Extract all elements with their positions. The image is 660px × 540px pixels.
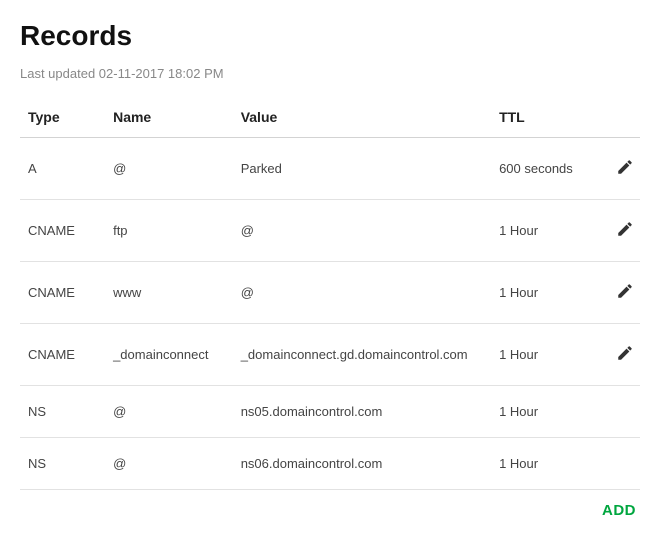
table-row: CNAMEwww@1 Hour bbox=[20, 262, 640, 324]
pencil-icon bbox=[616, 282, 634, 303]
cell-name: @ bbox=[105, 438, 233, 490]
table-row: CNAME_domainconnect_domainconnect.gd.dom… bbox=[20, 324, 640, 386]
cell-name: @ bbox=[105, 386, 233, 438]
header-ttl: TTL bbox=[491, 99, 597, 138]
cell-value: Parked bbox=[233, 138, 491, 200]
pencil-icon bbox=[616, 220, 634, 241]
cell-ttl: 1 Hour bbox=[491, 200, 597, 262]
edit-button[interactable] bbox=[614, 156, 636, 181]
table-row: CNAMEftp@1 Hour bbox=[20, 200, 640, 262]
header-value: Value bbox=[233, 99, 491, 138]
table-row: NS@ns05.domaincontrol.com1 Hour bbox=[20, 386, 640, 438]
cell-name: ftp bbox=[105, 200, 233, 262]
cell-ttl: 1 Hour bbox=[491, 438, 597, 490]
table-row: NS@ns06.domaincontrol.com1 Hour bbox=[20, 438, 640, 490]
cell-value: @ bbox=[233, 262, 491, 324]
header-edit bbox=[597, 99, 640, 138]
cell-value: @ bbox=[233, 200, 491, 262]
cell-type: NS bbox=[20, 386, 105, 438]
cell-name: @ bbox=[105, 138, 233, 200]
cell-ttl: 600 seconds bbox=[491, 138, 597, 200]
cell-edit bbox=[597, 200, 640, 262]
cell-name: www bbox=[105, 262, 233, 324]
cell-edit bbox=[597, 262, 640, 324]
cell-edit bbox=[597, 438, 640, 490]
records-table: Type Name Value TTL A@Parked600 secondsC… bbox=[20, 99, 640, 490]
cell-edit bbox=[597, 324, 640, 386]
header-type: Type bbox=[20, 99, 105, 138]
cell-ttl: 1 Hour bbox=[491, 262, 597, 324]
add-button[interactable]: ADD bbox=[602, 502, 636, 519]
cell-value: _domainconnect.gd.domaincontrol.com bbox=[233, 324, 491, 386]
cell-type: CNAME bbox=[20, 262, 105, 324]
last-updated-label: Last updated 02-11-2017 18:02 PM bbox=[20, 66, 640, 81]
edit-button[interactable] bbox=[614, 342, 636, 367]
cell-edit bbox=[597, 386, 640, 438]
cell-value: ns05.domaincontrol.com bbox=[233, 386, 491, 438]
cell-type: NS bbox=[20, 438, 105, 490]
pencil-icon bbox=[616, 158, 634, 179]
cell-ttl: 1 Hour bbox=[491, 386, 597, 438]
cell-edit bbox=[597, 138, 640, 200]
cell-ttl: 1 Hour bbox=[491, 324, 597, 386]
table-row: A@Parked600 seconds bbox=[20, 138, 640, 200]
cell-value: ns06.domaincontrol.com bbox=[233, 438, 491, 490]
cell-type: A bbox=[20, 138, 105, 200]
cell-type: CNAME bbox=[20, 324, 105, 386]
pencil-icon bbox=[616, 344, 634, 365]
edit-button[interactable] bbox=[614, 218, 636, 243]
header-name: Name bbox=[105, 99, 233, 138]
edit-button[interactable] bbox=[614, 280, 636, 305]
cell-name: _domainconnect bbox=[105, 324, 233, 386]
cell-type: CNAME bbox=[20, 200, 105, 262]
page-title: Records bbox=[20, 20, 640, 52]
